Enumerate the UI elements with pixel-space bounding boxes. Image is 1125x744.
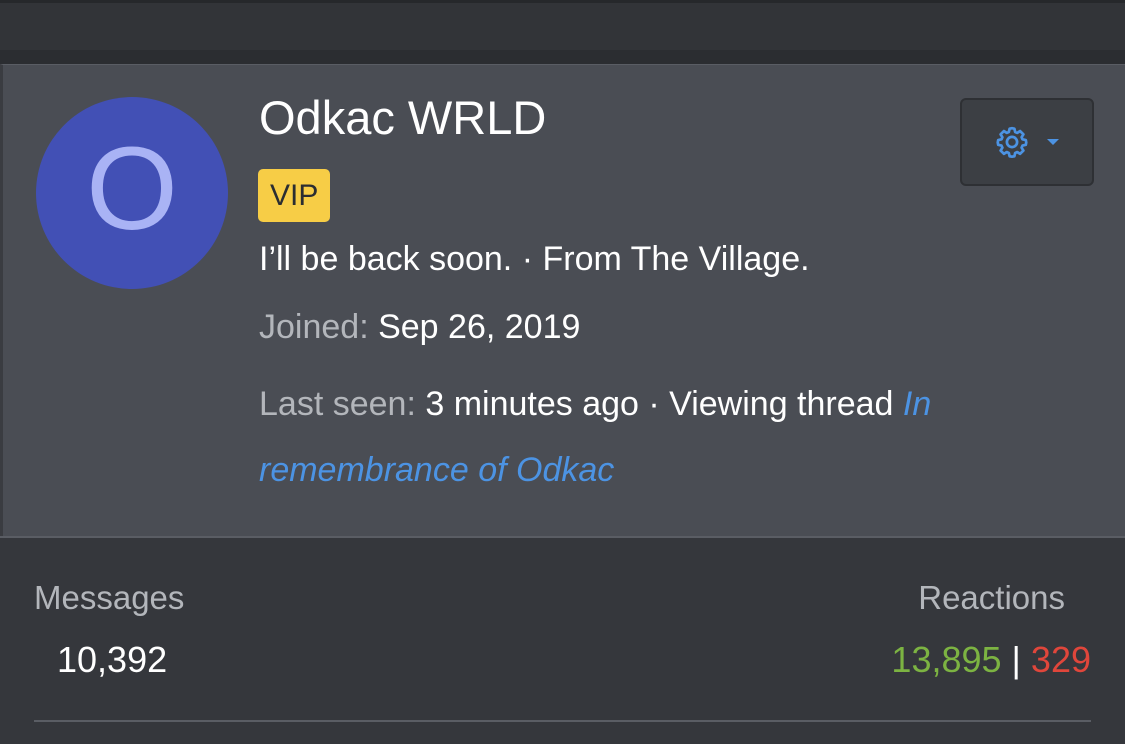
reactions-value[interactable]: 13,895 | 329: [891, 638, 1091, 682]
reactions-label: Reactions: [918, 579, 1065, 616]
caret-down-icon: [1046, 137, 1060, 147]
last-seen-value: 3 minutes ago: [425, 385, 639, 423]
status-text: I’ll be back soon. · From The Village.: [259, 240, 810, 278]
gear-icon: [994, 124, 1030, 160]
vip-badge: VIP: [258, 169, 331, 222]
reactions-positive: 13,895: [891, 639, 1002, 680]
settings-dropdown-button[interactable]: [960, 98, 1094, 186]
joined-label: Joined:: [259, 308, 369, 346]
avatar[interactable]: O: [36, 97, 228, 289]
joined-row: Joined: Sep 26, 2019: [259, 305, 580, 349]
joined-value: Sep 26, 2019: [378, 308, 581, 346]
last-seen-label: Last seen:: [259, 385, 416, 423]
section-gap: [0, 50, 1125, 64]
reactions-negative: 329: [1030, 639, 1091, 680]
last-seen-row: Last seen: 3 minutes ago · Viewing threa…: [259, 371, 1059, 503]
messages-label: Messages: [34, 579, 185, 616]
profile-card: O Odkac WRLD VIP I’ll be back soon. · Fr…: [0, 64, 1125, 536]
username[interactable]: Odkac WRLD: [259, 89, 546, 147]
messages-value[interactable]: 10,392: [57, 638, 167, 682]
stats-panel: Messages 10,392 Reactions 13,895 | 329: [0, 536, 1125, 744]
activity-text: · Viewing thread: [648, 385, 894, 423]
reactions-separator: |: [1011, 639, 1021, 680]
avatar-letter: O: [86, 123, 178, 255]
divider: [34, 720, 1091, 722]
top-bar: [0, 0, 1125, 50]
